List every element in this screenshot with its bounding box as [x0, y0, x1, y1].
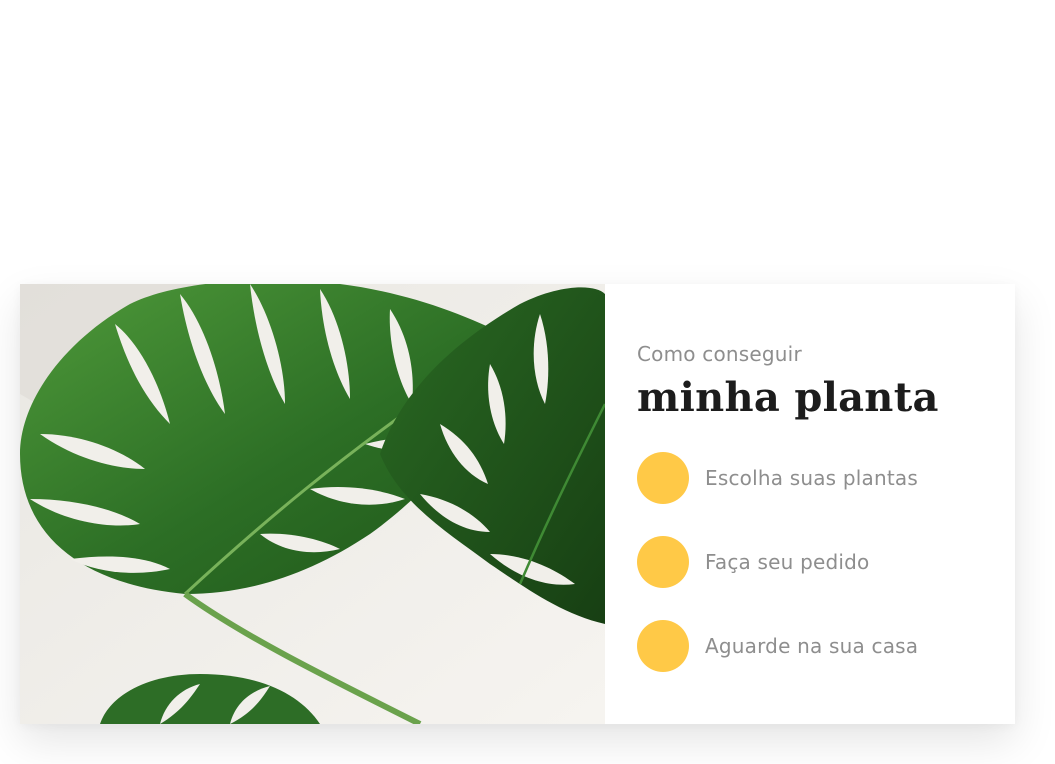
- steps-list: Escolha suas plantas Faça seu pedido Agu…: [637, 452, 1015, 672]
- how-to-get-content: Como conseguir minha planta Escolha suas…: [605, 284, 1015, 724]
- step-bullet-icon: [637, 452, 689, 504]
- step-bullet-icon: [637, 536, 689, 588]
- step-bullet-icon: [637, 620, 689, 672]
- step-label: Faça seu pedido: [705, 550, 870, 574]
- step-item-wait: Aguarde na sua casa: [637, 620, 1015, 672]
- section-kicker: Como conseguir: [637, 342, 802, 366]
- step-label: Escolha suas plantas: [705, 466, 918, 490]
- monstera-leaf-image: [20, 284, 605, 724]
- step-label: Aguarde na sua casa: [705, 634, 919, 658]
- step-item-choose: Escolha suas plantas: [637, 452, 1015, 504]
- section-headline: minha planta: [637, 374, 939, 421]
- step-item-order: Faça seu pedido: [637, 536, 1015, 588]
- monstera-leaf-photo: [20, 284, 605, 724]
- how-to-get-card: Como conseguir minha planta Escolha suas…: [20, 284, 1015, 724]
